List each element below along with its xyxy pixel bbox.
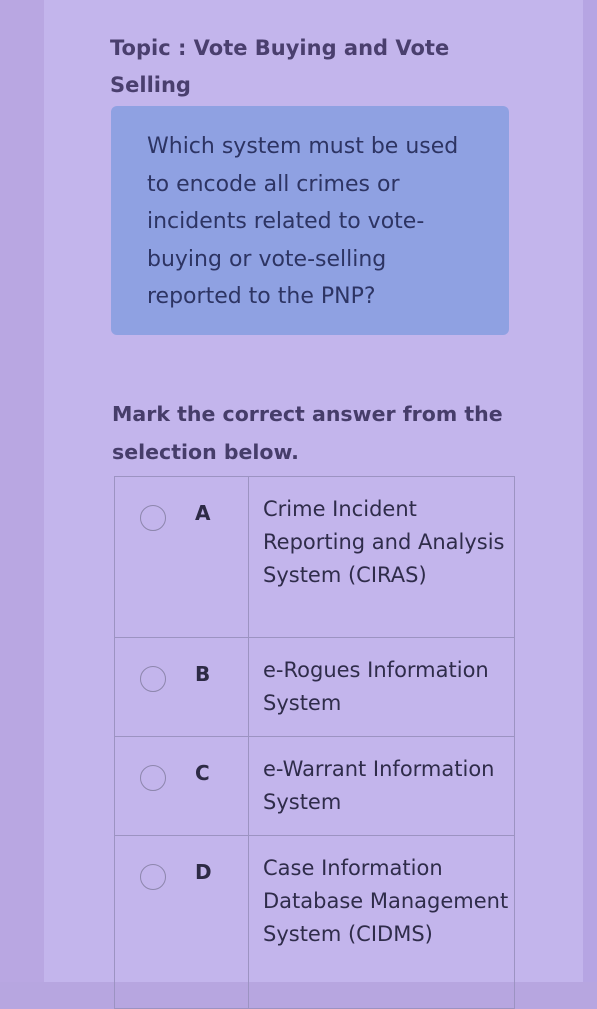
option-c-letter: C [195, 761, 210, 785]
right-margin [583, 0, 597, 982]
option-d-letter: D [195, 860, 212, 884]
question-text: Which system must be used to encode all … [147, 134, 459, 309]
option-c-radio[interactable] [140, 765, 166, 791]
option-row-a[interactable]: A Crime Incident Reporting and Analysis … [115, 477, 514, 638]
topic-heading: Topic : Vote Buying and Vote Selling [110, 36, 450, 97]
option-d-radio[interactable] [140, 864, 166, 890]
option-row-c[interactable]: C e-Warrant Information System [115, 737, 514, 836]
left-margin [0, 0, 44, 982]
option-a-text: Crime Incident Reporting and Analysis Sy… [263, 497, 505, 587]
option-a-selector-cell: A [115, 477, 249, 637]
option-d-selector-cell: D [115, 836, 249, 1008]
option-b-text: e-Rogues Information System [263, 658, 489, 715]
answer-options-table: A Crime Incident Reporting and Analysis … [114, 476, 515, 1009]
option-c-text: e-Warrant Information System [263, 757, 495, 814]
option-d-text: Case Information Database Management Sys… [263, 856, 509, 946]
question-box: Which system must be used to encode all … [111, 106, 509, 335]
option-a-radio[interactable] [140, 505, 166, 531]
option-b-radio[interactable] [140, 666, 166, 692]
option-row-b[interactable]: B e-Rogues Information System [115, 638, 514, 737]
option-b-letter: B [195, 662, 211, 686]
option-c-selector-cell: C [115, 737, 249, 835]
option-row-d[interactable]: D Case Information Database Management S… [115, 836, 514, 1009]
option-b-selector-cell: B [115, 638, 249, 736]
instruction-text: Mark the correct answer from the selecti… [112, 402, 503, 464]
option-a-letter: A [195, 501, 211, 525]
